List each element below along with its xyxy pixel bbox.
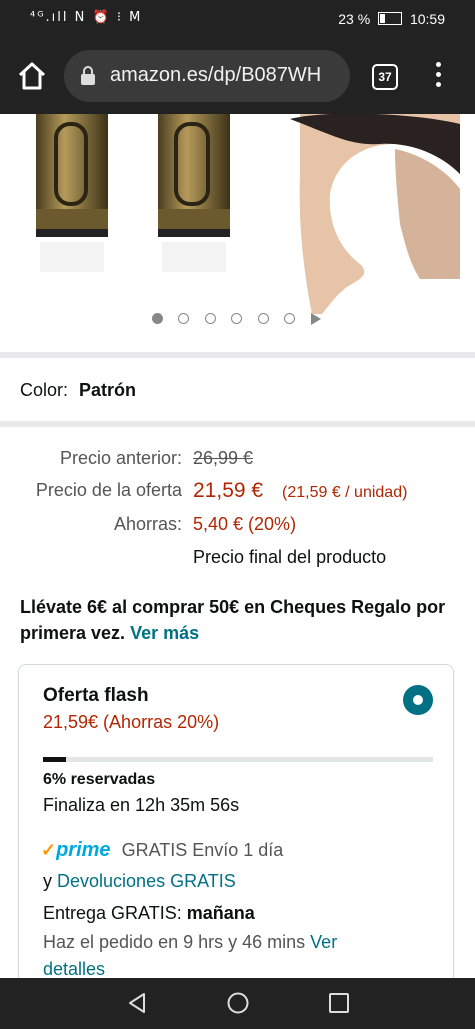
clock: 10:59 [409,11,445,27]
status-bar: ⁴ᴳ.ıll N ⏰ ⁝ M 23 % 10:59 [0,0,475,38]
url-text: amazon.es/dp/B087WH [110,64,322,86]
battery-icon [378,12,403,25]
reserved-progress-fill [43,757,67,762]
divider [0,421,475,427]
offer-price-label: Precio de la oferta [35,480,182,500]
gallery-dot[interactable] [178,313,190,325]
final-price-note: Precio final del producto [193,547,387,567]
divider [0,352,475,358]
home-icon[interactable] [16,60,48,92]
battery-percent: 23 % [338,11,371,27]
address-bar[interactable]: amazon.es/dp/B087WH [64,50,350,102]
order-cutoff: Haz el pedido en 9 hrs y 46 mins Ver det… [43,929,433,983]
flash-offer-radio[interactable] [403,685,433,715]
prime-check-icon: ✓ [41,840,57,860]
reserved-progress-bar [43,757,433,762]
status-icons: ⁴ᴳ.ıll N ⏰ ⁝ M [30,10,143,25]
tab-switcher-button[interactable]: 37 [372,64,398,90]
offer-price: 21,59 € [193,479,264,502]
color-value: Patrón [79,380,137,400]
gallery-dot[interactable] [257,313,269,325]
status-right: 23 % 10:59 [338,11,445,27]
gallery-dot[interactable] [284,313,296,325]
flash-offer-card[interactable]: Oferta flash 21,59€ (Ahorras 20%) 6% res… [18,664,454,1004]
shipping-text: GRATIS Envío 1 día [121,840,284,860]
previous-price: 26,99 € [193,448,254,468]
returns-prefix: y [43,871,52,891]
details-link[interactable]: Ver [310,932,337,952]
returns-line: y Devoluciones GRATIS [43,871,236,892]
previous-price-label: Precio anterior: [59,448,182,468]
color-selector: Color: Patrón [20,380,136,401]
savings-value: 5,40 € (20%) [193,514,297,534]
gallery-pagination [152,310,321,326]
flash-offer-price: 21,59€ (Ahorras 20%) [43,712,220,732]
back-icon[interactable] [126,992,148,1014]
prime-shipping: ✓prime GRATIS Envío 1 día [41,839,283,862]
lock-icon [80,66,96,91]
delivery-line: Entrega GRATIS: mañana [43,903,255,924]
gallery-dot[interactable] [231,313,243,325]
offer-countdown: Finaliza en 12h 35m 56s [43,795,240,815]
gallery-dot[interactable] [152,313,163,325]
returns-link[interactable]: Devoluciones GRATIS [57,871,236,891]
savings-label: Ahorras: [113,514,182,534]
order-cutoff-text: Haz el pedido en 9 hrs y 46 mins [43,932,306,952]
color-label: Color: [20,380,69,400]
flash-offer-title: Oferta flash [43,685,149,706]
more-menu-icon[interactable] [428,62,448,92]
promo-text: Llévate 6€ al comprar 50€ en Cheques Reg… [20,597,446,643]
reserved-text: 6% reservadas [43,771,156,788]
prime-logo: prime [56,839,111,861]
delivery-day: mañana [186,903,255,923]
system-nav-bar [0,978,475,1029]
recents-icon[interactable] [328,992,350,1014]
promo-link[interactable]: Ver más [130,623,199,643]
home-nav-icon[interactable] [226,991,250,1015]
gallery-dot[interactable] [204,313,216,325]
browser-toolbar: amazon.es/dp/B087WH 37 [0,38,475,114]
delivery-prefix: Entrega GRATIS: [43,903,182,923]
gift-card-promo: Llévate 6€ al comprar 50€ en Cheques Reg… [20,594,460,646]
play-video-icon[interactable] [310,312,321,325]
details-link-cont[interactable]: detalles [43,959,105,979]
unit-price: (21,59 € / unidad) [282,484,408,501]
